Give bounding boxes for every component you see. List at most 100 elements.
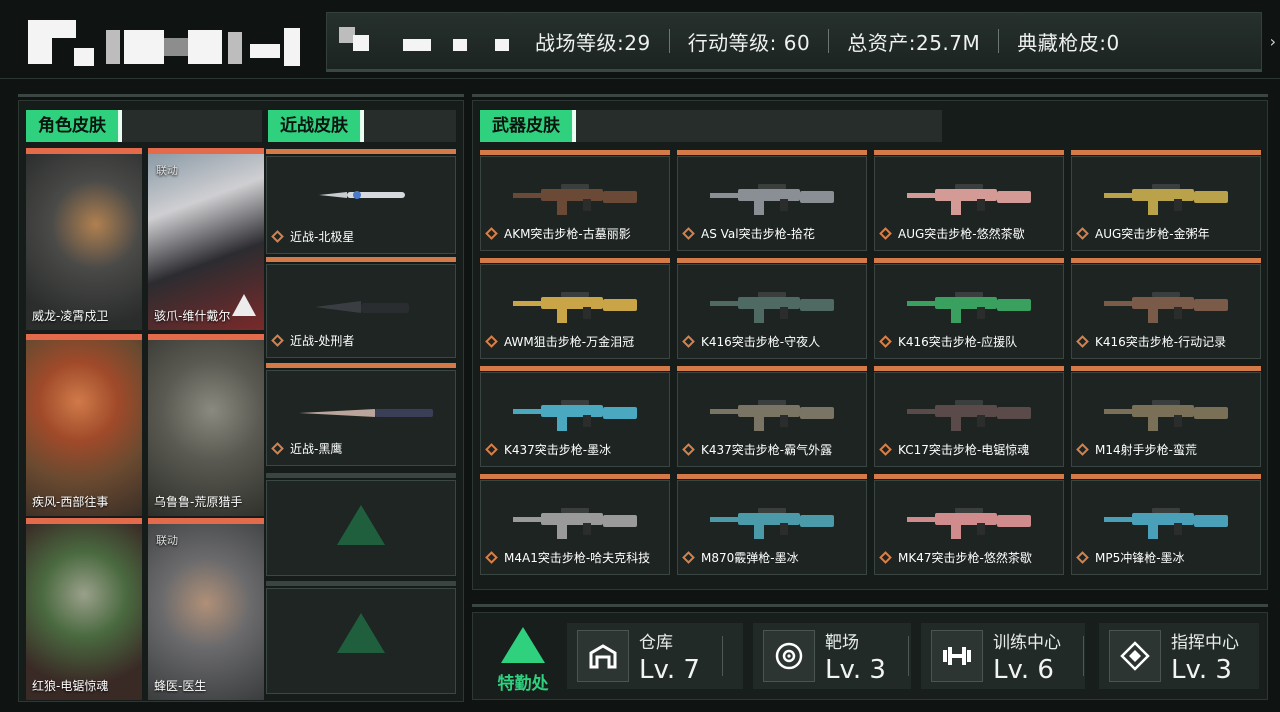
weapon-name: AUG突击步枪-金粥年 (1095, 227, 1210, 241)
character-card[interactable]: 红狼-电锯惊魂 (26, 518, 142, 700)
weapon-card[interactable]: K416突击步枪-守夜人 (677, 258, 867, 359)
facility-name: 指挥中心 (1171, 632, 1239, 653)
knife-image (315, 301, 409, 313)
collection-skins: 典藏枪皮:0 (1017, 30, 1120, 55)
weapon-image (1104, 508, 1228, 539)
melee-card[interactable]: 近战-北极星 (266, 149, 456, 254)
weapon-image (907, 400, 1031, 431)
department-button[interactable]: 特勤处 (483, 623, 563, 694)
weapon-name: MP5冲锋枪-墨冰 (1095, 551, 1185, 565)
weapon-card[interactable]: K416突击步枪-行动记录 (1071, 258, 1261, 359)
facility-level: Lv. 3 (1171, 654, 1232, 685)
weapon-card[interactable]: K437突击步枪-霸气外露 (677, 366, 867, 467)
rarity-diamond-icon (271, 334, 284, 347)
character-name: 蜂医-医生 (154, 679, 207, 693)
collab-tag: 联动 (156, 164, 178, 177)
weapon-name: M870霰弹枪-墨冰 (701, 551, 799, 565)
facility-range[interactable]: 靶场 Lv. 3 (753, 623, 911, 689)
rarity-diamond-icon (485, 227, 498, 240)
weapon-card[interactable]: KC17突击步枪-电锯惊魂 (874, 366, 1064, 467)
weapon-card[interactable]: AUG突击步枪-悠然茶歇 (874, 150, 1064, 251)
censored-name (327, 13, 517, 69)
melee-name: 近战-北极星 (290, 230, 355, 244)
weapon-skins-header: 武器皮肤 (480, 110, 942, 142)
character-card[interactable]: 联动 蜂医-医生 (148, 518, 264, 700)
rarity-diamond-icon (485, 443, 498, 456)
character-name: 骇爪-维什戴尔 (154, 309, 231, 323)
character-name: 乌鲁鲁-荒原猎手 (154, 495, 243, 509)
rarity-diamond-icon (682, 335, 695, 348)
weapon-image (513, 184, 637, 215)
rarity-diamond-icon (682, 443, 695, 456)
rarity-diamond-icon (1076, 335, 1089, 348)
weapon-name: AUG突击步枪-悠然茶歇 (898, 227, 1025, 241)
collab-tag: 联动 (156, 534, 178, 547)
facility-command[interactable]: 指挥中心 Lv. 3 (1099, 623, 1259, 689)
player-stats-bar: 战场等级:29 行动等级: 60 总资产:25.7M 典藏枪皮:0 (326, 12, 1262, 72)
warehouse-icon (577, 630, 629, 682)
department-logo-icon (501, 627, 545, 663)
weapon-card[interactable]: K416突击步枪-应援队 (874, 258, 1064, 359)
weapon-image (907, 292, 1031, 323)
character-portrait (26, 340, 142, 516)
weapon-name: AS Val突击步枪-拾花 (701, 227, 815, 241)
melee-name: 近战-处刑者 (290, 334, 355, 348)
rarity-diamond-icon (1076, 227, 1089, 240)
weapon-card[interactable]: AS Val突击步枪-拾花 (677, 150, 867, 251)
facility-name: 靶场 (825, 632, 859, 653)
weapon-card[interactable]: M14射手步枪-蛮荒 (1071, 366, 1261, 467)
facility-warehouse[interactable]: 仓库 Lv. 7 (567, 623, 743, 689)
character-card[interactable]: 疾风-西部往事 (26, 334, 142, 516)
header-divider (0, 78, 1280, 79)
weapon-image (710, 400, 834, 431)
character-card[interactable]: 威龙-凌霄戍卫 (26, 148, 142, 330)
weapon-card[interactable]: MK47突击步枪-悠然茶歇 (874, 474, 1064, 575)
weapon-image (1104, 184, 1228, 215)
weapon-card[interactable]: M4A1突击步枪-哈夫克科技 (480, 474, 670, 575)
rarity-diamond-icon (271, 230, 284, 243)
footer-cap (472, 604, 1268, 607)
weapon-image (1104, 292, 1228, 323)
facility-training[interactable]: 训练中心 Lv. 6 (921, 623, 1085, 689)
weapon-card[interactable]: MP5冲锋枪-墨冰 (1071, 474, 1261, 575)
weapon-image (513, 292, 637, 323)
target-icon (763, 630, 815, 682)
rarity-diamond-icon (1076, 551, 1089, 564)
melee-skins-title: 近战皮肤 (268, 110, 364, 142)
weapon-card[interactable]: AUG突击步枪-金粥年 (1071, 150, 1261, 251)
player-name-censored (28, 14, 308, 68)
rarity-diamond-icon (682, 227, 695, 240)
melee-card[interactable]: 近战-处刑者 (266, 257, 456, 358)
weapon-image (710, 292, 834, 323)
weapon-card[interactable]: AWM狙击步枪-万金泪冠 (480, 258, 670, 359)
melee-name: 近战-黑鹰 (290, 442, 343, 456)
dumbbell-icon (931, 630, 983, 682)
rarity-diamond-icon (682, 551, 695, 564)
weapon-card[interactable]: K437突击步枪-墨冰 (480, 366, 670, 467)
facility-name: 仓库 (639, 632, 673, 653)
character-card[interactable]: 乌鲁鲁-荒原猎手 (148, 334, 264, 516)
weapon-name: AKM突击步枪-古墓丽影 (504, 227, 631, 241)
character-portrait (26, 154, 142, 330)
chevron-right-icon[interactable]: › (1270, 32, 1276, 51)
battlefield-level: 战场等级:29 (535, 30, 651, 55)
empty-melee-slot (266, 581, 456, 694)
rarity-diamond-icon (879, 227, 892, 240)
rarity-diamond-icon (485, 551, 498, 564)
facility-level: Lv. 6 (993, 654, 1054, 685)
character-card[interactable]: 联动 骇爪-维什戴尔 (148, 148, 264, 330)
rarity-diamond-icon (879, 335, 892, 348)
weapon-image (907, 508, 1031, 539)
character-portrait (148, 524, 264, 700)
weapon-card[interactable]: M870霰弹枪-墨冰 (677, 474, 867, 575)
character-name: 红狼-电锯惊魂 (32, 679, 109, 693)
facility-level: Lv. 3 (825, 654, 886, 685)
weapon-name: K437突击步枪-霸气外露 (701, 443, 833, 457)
operation-level: 行动等级: 60 (687, 30, 811, 55)
command-icon (1109, 630, 1161, 682)
weapon-name: K416突击步枪-行动记录 (1095, 335, 1227, 349)
melee-card[interactable]: 近战-黑鹰 (266, 363, 456, 466)
character-name: 威龙-凌霄戍卫 (32, 309, 109, 323)
weapon-card[interactable]: AKM突击步枪-古墓丽影 (480, 150, 670, 251)
department-label: 特勤处 (497, 674, 549, 694)
